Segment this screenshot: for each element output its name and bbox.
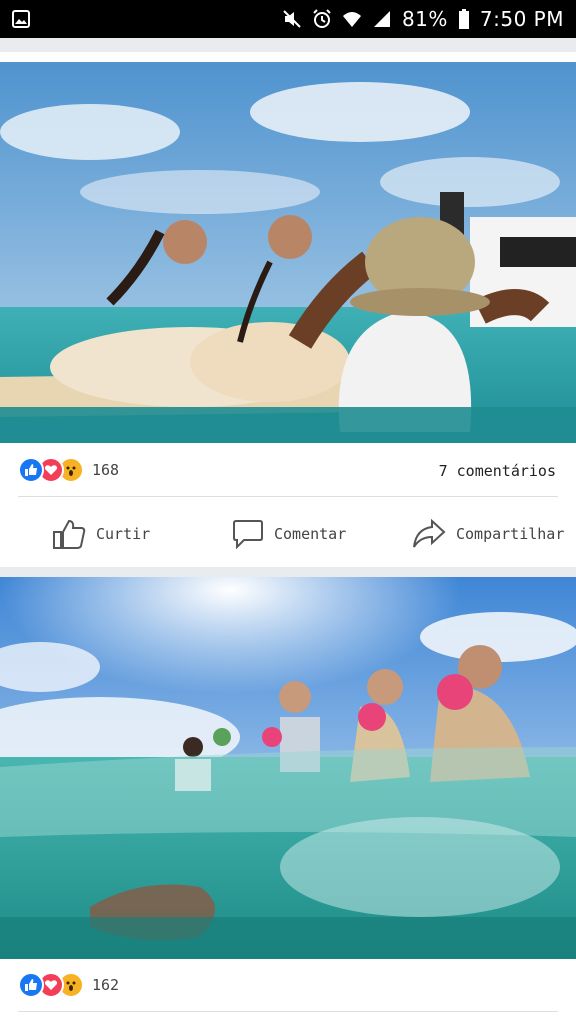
like-reaction-icon bbox=[18, 457, 44, 483]
comment-bubble-icon bbox=[233, 520, 263, 549]
share-button[interactable]: Compartilhar bbox=[412, 514, 564, 554]
comment-label: Comentar bbox=[274, 525, 347, 543]
reaction-summary[interactable]: 162 bbox=[18, 969, 119, 1001]
alarm-icon bbox=[313, 9, 331, 28]
reaction-count: 162 bbox=[92, 976, 120, 994]
like-button[interactable]: Curtir bbox=[52, 514, 150, 554]
battery-icon bbox=[458, 9, 469, 29]
comments-count-link[interactable]: 7 comentários bbox=[439, 462, 556, 480]
divider bbox=[18, 1011, 558, 1012]
comment-button[interactable]: Comentar bbox=[232, 514, 346, 554]
like-reaction-icon bbox=[18, 972, 44, 998]
share-label: Compartilhar bbox=[456, 525, 565, 543]
feed-post: 162 bbox=[0, 577, 576, 1024]
feed-post: 168 7 comentários Curtir Comentar Compar… bbox=[0, 52, 576, 567]
thumbs-up-icon bbox=[53, 519, 86, 549]
post-photo[interactable] bbox=[0, 62, 576, 443]
share-arrow-icon bbox=[413, 519, 446, 548]
post-photo[interactable] bbox=[0, 577, 576, 959]
status-bar: 81% 7:50 PM bbox=[0, 0, 576, 38]
reaction-count: 168 bbox=[92, 461, 120, 479]
mute-icon bbox=[283, 10, 301, 28]
gallery-icon bbox=[12, 10, 30, 28]
reaction-summary[interactable]: 168 bbox=[18, 454, 119, 486]
divider bbox=[18, 496, 558, 497]
like-label: Curtir bbox=[96, 525, 151, 543]
signal-icon bbox=[373, 11, 390, 27]
wifi-icon bbox=[342, 12, 361, 27]
battery-percent: 81% bbox=[401, 7, 448, 31]
clock: 7:50 PM bbox=[479, 7, 564, 31]
